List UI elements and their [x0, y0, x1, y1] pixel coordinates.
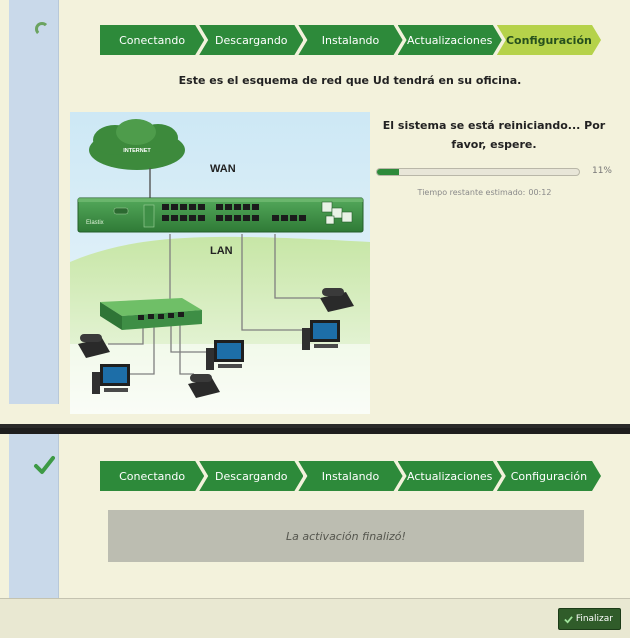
cloud-label: INTERNET — [123, 148, 151, 154]
progress-percent: 11% — [591, 166, 612, 176]
step-actualizaciones: Actualizaciones — [398, 25, 502, 55]
finish-label: Finalizar — [575, 614, 613, 624]
left-sidebar — [9, 0, 59, 404]
eta-value: 00:12 — [528, 188, 552, 197]
step-label: Descargando — [215, 33, 288, 47]
step-label: Actualizaciones — [407, 469, 493, 483]
spinner-icon — [35, 22, 49, 36]
progress-bar — [376, 168, 580, 176]
lan-label: LAN — [210, 245, 233, 257]
step-label: Actualizaciones — [407, 33, 493, 47]
wan-label: WAN — [210, 163, 236, 175]
step-progress-bar: Conectando Descargando Instalando Actual… — [100, 25, 596, 55]
network-intro-text: Este es el esquema de red que Ud tendrá … — [178, 74, 522, 87]
step-label: Instalando — [321, 469, 380, 483]
step-label: Conectando — [119, 469, 186, 483]
step-progress-bar: Conectando Descargando Instalando Actual… — [100, 461, 596, 491]
step-instalando: Instalando — [298, 461, 402, 491]
step-descargando: Descargando — [199, 25, 303, 55]
step-configuracion: Configuración — [497, 461, 601, 491]
step-label: Descargando — [215, 469, 288, 483]
reboot-message: El sistema se está reiniciando... Por fa… — [382, 119, 606, 151]
finish-button[interactable]: Finalizar — [557, 608, 621, 630]
step-label: Instalando — [321, 33, 380, 47]
installer-panel-complete: Conectando Descargando Instalando Actual… — [0, 434, 630, 638]
eta-label: Tiempo restante estimado: — [417, 188, 526, 197]
installer-panel-progress: Conectando Descargando Instalando Actual… — [0, 0, 630, 428]
checkmark-icon — [564, 615, 573, 624]
checkmark-icon — [34, 456, 55, 474]
step-descargando: Descargando — [199, 461, 303, 491]
network-diagram: INTERNET WAN LAN Elastix — [70, 112, 370, 414]
left-sidebar — [9, 434, 59, 598]
progress-indicator: 11% — [376, 166, 612, 178]
step-conectando: Conectando — [100, 25, 204, 55]
main-switch-icon: Elastix — [77, 197, 364, 233]
activation-finished-message: La activación finalizó! — [108, 510, 584, 562]
step-actualizaciones: Actualizaciones — [398, 461, 502, 491]
step-configuracion: Configuración — [497, 25, 601, 55]
progress-fill — [377, 169, 400, 175]
step-conectando: Conectando — [100, 461, 204, 491]
step-instalando: Instalando — [298, 25, 402, 55]
svg-text:Elastix: Elastix — [86, 220, 104, 226]
eta-text: Tiempo restante estimado: 00:12 — [376, 188, 590, 197]
footer-bar: Finalizar — [0, 598, 630, 638]
step-label: Configuración — [505, 33, 592, 47]
step-label: Conectando — [119, 33, 186, 47]
step-label: Configuración — [510, 469, 588, 483]
